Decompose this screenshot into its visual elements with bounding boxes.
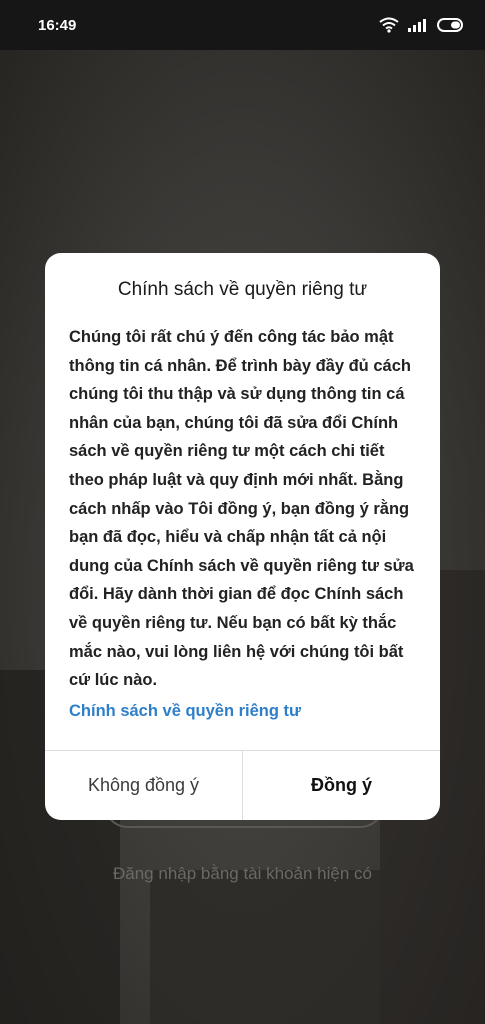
disagree-button[interactable]: Không đồng ý: [45, 751, 242, 820]
signal-icon: [408, 18, 428, 32]
login-existing-account-text: Đăng nhập bằng tài khoản hiện có: [113, 864, 372, 883]
dialog-body-text: Chúng tôi rất chú ý đến công tác bảo mật…: [69, 328, 414, 690]
status-icons: [379, 17, 465, 33]
agree-button[interactable]: Đồng ý: [243, 751, 440, 820]
background-furniture: [150, 870, 380, 1024]
status-bar: 16:49: [0, 0, 485, 50]
status-time: 16:49: [38, 16, 77, 34]
dialog-title: Chính sách về quyền riêng tư: [117, 279, 368, 300]
privacy-policy-link[interactable]: Chính sách về quyền riêng tư: [69, 702, 301, 721]
battery-icon: [437, 18, 465, 32]
privacy-policy-dialog: Chính sách về quyền riêng tư Chúng tôi r…: [45, 253, 440, 820]
wifi-icon: [379, 17, 399, 33]
